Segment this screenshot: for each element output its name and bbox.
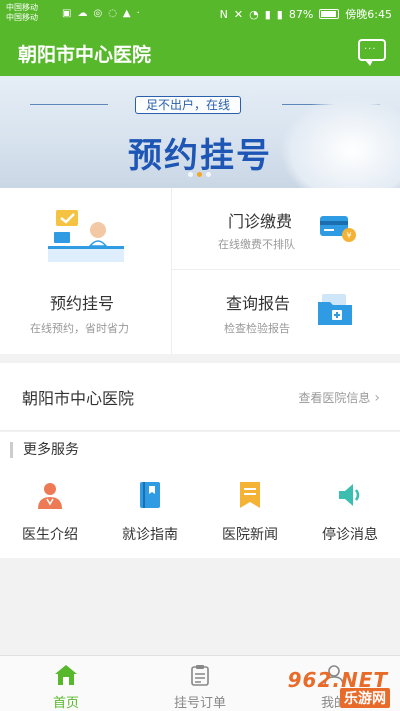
briefcase-icon: ▣	[62, 8, 72, 19]
mute-icon: ✕	[233, 7, 244, 21]
chat-bubble-icon: ···	[364, 44, 377, 55]
service-label: 医生介绍	[22, 527, 78, 543]
signal-2-icon: ▮	[276, 7, 283, 21]
carousel-dot	[188, 172, 193, 177]
banner-divider-left	[30, 104, 108, 105]
appointment-subtitle: 在线预约，省时省力	[30, 322, 129, 335]
carrier-1: 中国移动	[6, 3, 38, 12]
service-guide[interactable]: 就诊指南	[100, 480, 200, 544]
hospital-info-label: 查看医院信息	[298, 391, 371, 405]
carousel-dot-active	[197, 172, 202, 177]
banner-tagline: 足不出户，在线	[135, 96, 242, 114]
appointment-card[interactable]: 预约挂号 在线预约，省时省力	[0, 188, 172, 354]
service-doctor-intro[interactable]: 医生介绍	[0, 480, 100, 544]
payment-card-icon: ¥	[320, 216, 356, 242]
tab-label: 首页	[52, 696, 79, 711]
report-subtitle: 检查检验报告	[224, 322, 290, 335]
signal-icon: ▮	[264, 7, 271, 21]
payment-subtitle: 在线缴费不排队	[218, 238, 295, 251]
more-icon: ·	[136, 8, 140, 19]
carrier-labels: 中国移动 中国移动	[6, 3, 38, 23]
services-list: 医生介绍 就诊指南 医院新闻 停诊消息	[0, 480, 400, 544]
doctor-illustration	[280, 94, 400, 188]
notification-icons: ▣ ☁ ◎ ◌ ▲ ·	[62, 8, 140, 19]
banner-title: 预约挂号	[128, 136, 272, 176]
service-label: 停诊消息	[322, 527, 378, 543]
more-services: 更多服务 医生介绍 就诊指南 医院新闻 停诊消息	[0, 432, 400, 558]
wechat-icon: ◌	[108, 8, 117, 19]
system-indicators: N ✕ ◔ ▮ ▮ 87% 傍晚6:45	[220, 6, 392, 22]
app-icon: ◎	[93, 8, 103, 19]
chevron-right-icon: ›	[374, 390, 380, 406]
cloud-icon: ☁	[77, 8, 88, 19]
service-label: 就诊指南	[122, 527, 178, 543]
hospital-info-row[interactable]: 朝阳市中心医院 查看医院信息 ›	[0, 363, 400, 431]
hospital-info-link[interactable]: 查看医院信息 ›	[298, 389, 380, 406]
tab-orders[interactable]: 挂号订单	[150, 664, 250, 711]
status-bar: 中国移动 中国移动 ▣ ☁ ◎ ◌ ▲ · N ✕ ◔ ▮ ▮ 87% 傍晚6:…	[0, 0, 400, 28]
service-news[interactable]: 医院新闻	[200, 480, 300, 544]
report-card[interactable]: 查询报告 检查检验报告	[172, 270, 400, 354]
watermark-logo: 962.NET 乐游网	[264, 668, 394, 708]
guide-book-icon	[140, 482, 160, 508]
tab-home[interactable]: 首页	[16, 664, 116, 711]
battery-icon	[319, 9, 340, 19]
service-suspension[interactable]: 停诊消息	[300, 480, 400, 544]
report-folder-icon	[318, 294, 352, 325]
tab-label: 挂号订单	[173, 696, 226, 711]
svg-text:¥: ¥	[346, 231, 351, 240]
nfc-icon: N	[219, 7, 228, 21]
carousel-indicator	[188, 172, 211, 177]
message-button[interactable]: ···	[358, 39, 386, 66]
report-title: 查询报告	[226, 294, 291, 313]
carrier-2: 中国移动	[6, 13, 38, 22]
battery-percent: 87%	[288, 7, 314, 21]
hospital-name: 朝阳市中心医院	[22, 389, 135, 408]
android-icon: ▲	[122, 8, 131, 19]
watermark-bottom: 乐游网	[340, 688, 390, 708]
carousel-dot	[206, 172, 211, 177]
clipboard-icon	[191, 665, 209, 686]
banner-carousel[interactable]: 足不出户，在线 预约挂号	[0, 76, 400, 188]
wifi-icon: ◔	[249, 7, 259, 21]
reception-desk-icon	[48, 210, 124, 262]
doctor-icon	[38, 483, 62, 509]
app-bar: 朝阳市中心医院 ···	[0, 28, 400, 76]
clock: 傍晚6:45	[345, 8, 392, 21]
payment-card[interactable]: 门诊缴费 在线缴费不排队 ¥	[172, 188, 400, 270]
section-header: 更多服务	[10, 442, 79, 458]
page-title: 朝阳市中心医院	[18, 44, 152, 66]
speaker-icon	[339, 484, 360, 506]
appointment-title: 预约挂号	[50, 294, 115, 313]
payment-title: 门诊缴费	[228, 212, 293, 231]
news-bookmark-icon	[240, 482, 260, 508]
home-icon	[55, 665, 77, 685]
service-label: 医院新闻	[222, 527, 278, 543]
quick-actions: 预约挂号 在线预约，省时省力 门诊缴费 在线缴费不排队 ¥ 查询报告 检查检验报…	[0, 188, 400, 354]
